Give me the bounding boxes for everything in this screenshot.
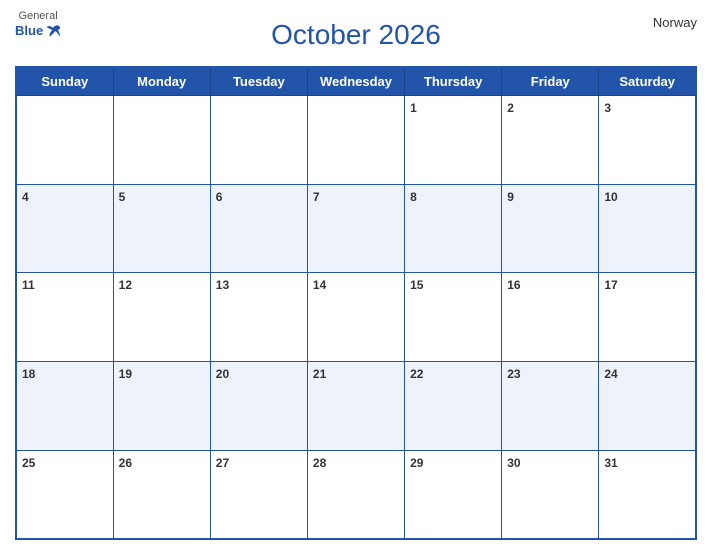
- week-row-2: 4 5 6 7 8 9 10: [16, 184, 696, 273]
- header-friday: Friday: [502, 67, 599, 96]
- calendar-cell: 20: [210, 362, 307, 451]
- calendar-cell: 27: [210, 450, 307, 539]
- calendar-cell: 19: [113, 362, 210, 451]
- header-monday: Monday: [113, 67, 210, 96]
- calendar-cell: 10: [599, 184, 696, 273]
- date-number: 3: [604, 101, 611, 115]
- calendar-cell: 26: [113, 450, 210, 539]
- date-number: 11: [22, 278, 35, 292]
- date-number: 21: [313, 367, 326, 381]
- calendar-cell: 31: [599, 450, 696, 539]
- date-number: 13: [216, 278, 229, 292]
- date-number: 23: [507, 367, 520, 381]
- calendar-container: General Blue October 2026 Norway Sunday …: [0, 0, 712, 550]
- date-number: 26: [119, 456, 132, 470]
- week-row-4: 18 19 20 21 22 23 24: [16, 362, 696, 451]
- calendar-cell: [307, 96, 404, 185]
- date-number: 29: [410, 456, 423, 470]
- date-number: 9: [507, 190, 514, 204]
- calendar-cell: 21: [307, 362, 404, 451]
- country-label: Norway: [653, 15, 697, 30]
- calendar-cell: 2: [502, 96, 599, 185]
- calendar-cell: 1: [405, 96, 502, 185]
- date-number: 24: [604, 367, 617, 381]
- date-number: 19: [119, 367, 132, 381]
- date-number: 10: [604, 190, 617, 204]
- calendar-title: October 2026: [271, 19, 441, 51]
- date-number: 25: [22, 456, 35, 470]
- calendar-cell: 16: [502, 273, 599, 362]
- date-number: 8: [410, 190, 417, 204]
- header-tuesday: Tuesday: [210, 67, 307, 96]
- days-header-row: Sunday Monday Tuesday Wednesday Thursday…: [16, 67, 696, 96]
- calendar-cell: 8: [405, 184, 502, 273]
- date-number: 1: [410, 101, 417, 115]
- date-number: 22: [410, 367, 423, 381]
- calendar-cell: 22: [405, 362, 502, 451]
- date-number: 18: [22, 367, 35, 381]
- date-number: 2: [507, 101, 514, 115]
- calendar-cell: 28: [307, 450, 404, 539]
- calendar-cell: [113, 96, 210, 185]
- date-number: 15: [410, 278, 423, 292]
- date-number: 30: [507, 456, 520, 470]
- header-thursday: Thursday: [405, 67, 502, 96]
- date-number: 16: [507, 278, 520, 292]
- date-number: 4: [22, 190, 29, 204]
- calendar-cell: 4: [16, 184, 113, 273]
- date-number: 6: [216, 190, 223, 204]
- header-saturday: Saturday: [599, 67, 696, 96]
- calendar-cell: [16, 96, 113, 185]
- logo: General Blue: [15, 10, 61, 39]
- date-number: 17: [604, 278, 617, 292]
- date-number: 5: [119, 190, 126, 204]
- calendar-cell: 7: [307, 184, 404, 273]
- week-row-5: 25 26 27 28 29 30 31: [16, 450, 696, 539]
- header-sunday: Sunday: [16, 67, 113, 96]
- calendar-cell: 23: [502, 362, 599, 451]
- calendar-cell: 12: [113, 273, 210, 362]
- date-number: 28: [313, 456, 326, 470]
- calendar-cell: 15: [405, 273, 502, 362]
- header-wednesday: Wednesday: [307, 67, 404, 96]
- calendar-cell: 11: [16, 273, 113, 362]
- calendar-cell: 5: [113, 184, 210, 273]
- logo-bird-icon: [45, 23, 61, 39]
- date-number: 27: [216, 456, 229, 470]
- calendar-cell: 30: [502, 450, 599, 539]
- calendar-cell: 18: [16, 362, 113, 451]
- calendar-cell: 3: [599, 96, 696, 185]
- date-number: 7: [313, 190, 320, 204]
- date-number: 20: [216, 367, 229, 381]
- calendar-header: General Blue October 2026 Norway: [15, 10, 697, 60]
- calendar-cell: 29: [405, 450, 502, 539]
- calendar-cell: 17: [599, 273, 696, 362]
- calendar-cell: 6: [210, 184, 307, 273]
- calendar-cell: 24: [599, 362, 696, 451]
- calendar-cell: 25: [16, 450, 113, 539]
- week-row-1: 1 2 3: [16, 96, 696, 185]
- calendar-cell: 9: [502, 184, 599, 273]
- date-number: 31: [604, 456, 617, 470]
- week-row-3: 11 12 13 14 15 16 17: [16, 273, 696, 362]
- date-number: 14: [313, 278, 326, 292]
- logo-general-text: General: [19, 10, 58, 23]
- date-number: 12: [119, 278, 132, 292]
- logo-blue-text: Blue: [15, 23, 61, 39]
- calendar-cell: 13: [210, 273, 307, 362]
- calendar-cell: 14: [307, 273, 404, 362]
- calendar-table: Sunday Monday Tuesday Wednesday Thursday…: [15, 66, 697, 540]
- calendar-cell: [210, 96, 307, 185]
